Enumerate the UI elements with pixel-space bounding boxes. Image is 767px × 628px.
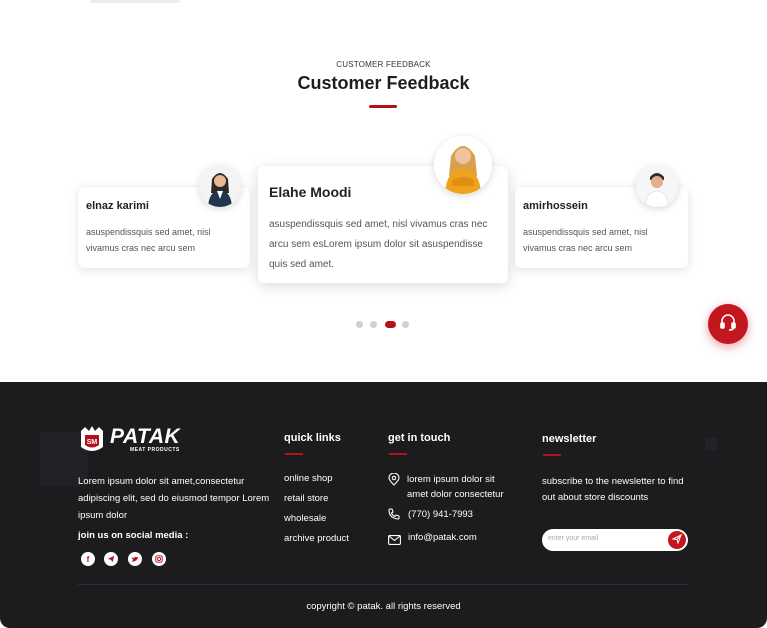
footer-description: Lorem ipsum dolor sit amet,consectetur a… bbox=[78, 476, 270, 521]
avatar bbox=[199, 165, 241, 207]
title-underline bbox=[285, 453, 303, 455]
brand-logo[interactable]: SM PATAK MEAT PRODUCTS bbox=[78, 424, 180, 456]
newsletter-email-input[interactable]: enter your email bbox=[542, 529, 688, 551]
section-title: Customer Feedback bbox=[297, 73, 470, 93]
subscribe-button[interactable] bbox=[668, 531, 686, 549]
title-underline bbox=[369, 105, 397, 108]
testimonial-name: elnaz karimi bbox=[86, 200, 149, 212]
crown-emblem-icon: SM bbox=[81, 426, 103, 451]
address-line-2: amet dolor consectetur bbox=[407, 489, 504, 500]
brand-tagline: MEAT PRODUCTS bbox=[130, 447, 180, 453]
mail-icon bbox=[388, 532, 401, 550]
top-edge-fade bbox=[90, 0, 180, 3]
pagination-dot[interactable] bbox=[356, 321, 363, 328]
avatar bbox=[434, 136, 492, 194]
phone-icon bbox=[388, 507, 400, 525]
address-line-1: lorem ipsum dolor sit bbox=[407, 474, 495, 485]
social-label: join us on social media : bbox=[78, 530, 189, 541]
footer-link[interactable]: retail store bbox=[284, 493, 328, 504]
instagram-icon[interactable] bbox=[152, 552, 166, 566]
footer-link[interactable]: archive product bbox=[284, 533, 349, 544]
copyright-text: copyright © patak. all rights reserved bbox=[306, 601, 461, 612]
testimonial-name: Elahe Moodi bbox=[269, 184, 352, 200]
location-pin-icon bbox=[388, 472, 400, 491]
support-chat-button[interactable] bbox=[708, 304, 748, 344]
pagination-dot[interactable] bbox=[370, 321, 377, 328]
section-subtitle: CUSTOMER FEEDBACK bbox=[336, 60, 431, 69]
get-in-touch-title: get in touch bbox=[388, 432, 451, 444]
testimonial-name: amirhossein bbox=[523, 200, 588, 212]
footer-link[interactable]: wholesale bbox=[284, 513, 326, 524]
footer: SM PATAK MEAT PRODUCTS Lorem ipsum dolor… bbox=[0, 382, 767, 628]
title-underline bbox=[389, 453, 407, 455]
newsletter-title: newsletter bbox=[542, 433, 597, 445]
send-icon bbox=[671, 531, 682, 549]
footer-divider bbox=[78, 584, 688, 585]
quick-links-title: quick links bbox=[284, 432, 341, 444]
headset-icon bbox=[718, 312, 738, 337]
email-address[interactable]: info@patak.com bbox=[408, 530, 477, 546]
input-placeholder: enter your email bbox=[548, 535, 599, 542]
pagination-dot-active[interactable] bbox=[385, 321, 396, 328]
brand-name: PATAK bbox=[110, 425, 181, 448]
testimonial-text: asuspendissquis sed amet, nisl vivamus c… bbox=[86, 227, 211, 253]
testimonial-text: asuspendissquis sed amet, nisl vivamus c… bbox=[269, 219, 488, 270]
title-underline bbox=[543, 454, 561, 456]
telegram-icon[interactable] bbox=[104, 552, 118, 566]
avatar bbox=[636, 165, 678, 207]
newsletter-text: subscribe to the newsletter to find out … bbox=[542, 476, 684, 503]
facebook-icon[interactable]: f bbox=[81, 552, 95, 566]
pagination-dot[interactable] bbox=[402, 321, 409, 328]
testimonial-text: asuspendissquis sed amet, nisl vivamus c… bbox=[523, 227, 648, 253]
phone-number[interactable]: (770) 941-7993 bbox=[408, 507, 473, 523]
decorative-shape bbox=[705, 438, 717, 450]
svg-text:SM: SM bbox=[87, 439, 98, 446]
footer-link[interactable]: online shop bbox=[284, 473, 333, 484]
twitter-icon[interactable] bbox=[128, 552, 142, 566]
